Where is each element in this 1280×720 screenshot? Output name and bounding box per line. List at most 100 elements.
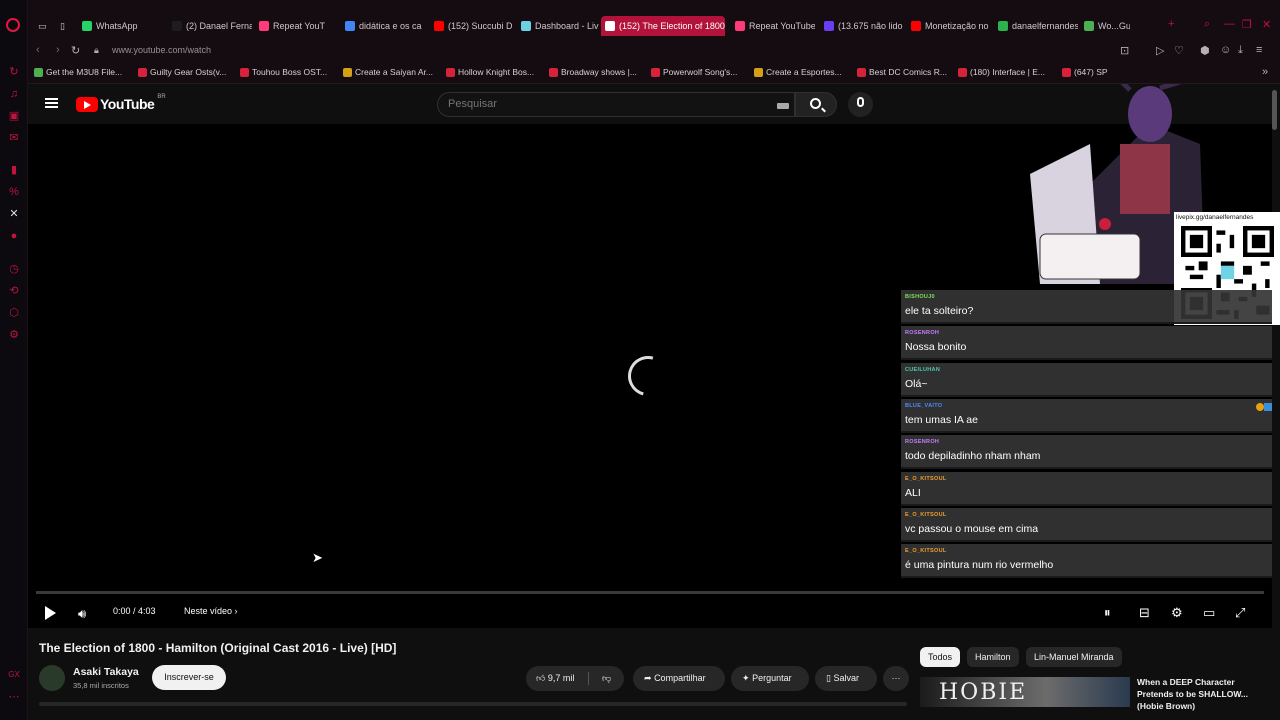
like-button[interactable]: 👍︎ 9,7 mil	[536, 666, 574, 691]
profile-icon[interactable]: ☺	[1220, 44, 1231, 56]
search-tabs-icon[interactable]: ⌕	[1204, 18, 1210, 31]
browser-tab[interactable]: Dashboard - Liv	[517, 16, 599, 36]
search-input[interactable]	[448, 98, 768, 110]
bookmark-item[interactable]: Create a Saiyan Ar...	[343, 67, 433, 77]
recommended-title[interactable]: When a DEEP Character Pretends to be SHA…	[1137, 676, 1267, 712]
menu-icon[interactable]: ≡	[1256, 44, 1262, 56]
filter-chip[interactable]: Todos	[920, 647, 961, 667]
page-scrollbar[interactable]	[1272, 90, 1277, 130]
url-field[interactable]: www.youtube.com/watch	[112, 45, 211, 55]
browser-tab[interactable]: (13.675 não lido	[820, 16, 904, 36]
bookmark-item[interactable]: Touhou Boss OST...	[240, 67, 327, 77]
close-button[interactable]: ✕	[1262, 18, 1271, 31]
share-button[interactable]: ➦ Compartilhar	[633, 666, 725, 691]
browser-tab[interactable]: (152) The Election of 1800	[601, 16, 725, 36]
bookmark-item[interactable]: Hollow Knight Bos...	[446, 67, 534, 77]
clock-icon[interactable]: ◷	[7, 262, 21, 276]
settings-gear-icon[interactable]: ⚙	[1171, 605, 1183, 621]
channel-avatar[interactable]	[39, 665, 65, 691]
maximize-button[interactable]: ❐	[1242, 18, 1252, 31]
theater-mode-icon[interactable]: ▭	[1203, 605, 1215, 621]
discord-icon[interactable]: ●	[7, 229, 21, 243]
keyboard-icon[interactable]	[777, 103, 789, 109]
twitch-icon[interactable]: ▮	[7, 163, 21, 177]
subscribe-button[interactable]: Inscrever-se	[152, 665, 226, 690]
bookmark-label: Create a Esportes...	[766, 67, 842, 77]
extensions-puzzle-icon[interactable]: ⬢	[1200, 44, 1210, 57]
browser-tab[interactable]: (152) Succubi D	[430, 16, 514, 36]
history-clock-icon[interactable]: ⟲	[7, 284, 21, 298]
reload-icon[interactable]: ↻	[71, 44, 80, 57]
mic-icon	[857, 97, 864, 107]
forward-icon[interactable]: ›	[56, 44, 60, 56]
settings-icon[interactable]: ⚙	[7, 328, 21, 342]
qr-caption: livepix.gg/danaelfernandes	[1176, 214, 1254, 221]
tab-label: Wo...Gue	[1098, 21, 1130, 31]
save-button[interactable]: ▯ Salvar	[815, 666, 877, 691]
filter-chip[interactable]: Lin-Manuel Miranda	[1026, 647, 1122, 667]
minimize-button[interactable]: —	[1224, 18, 1235, 30]
bookmark-item[interactable]: Powerwolf Song's...	[651, 67, 737, 77]
recommended-thumbnail[interactable]: HOBIE	[920, 677, 1130, 707]
search-button[interactable]	[795, 92, 837, 117]
browser-tab[interactable]: WhatsApp	[78, 16, 162, 36]
chapters-button[interactable]: Neste vídeo ›	[184, 606, 238, 616]
history-icon[interactable]: ↻	[7, 65, 21, 79]
voice-search-button[interactable]	[848, 92, 873, 117]
heart-icon[interactable]: ♡	[1174, 44, 1184, 57]
bookmark-item[interactable]: Broadway shows |...	[549, 67, 637, 77]
opera-gx-logo[interactable]	[6, 18, 20, 32]
play-icon[interactable]: ▷	[1156, 44, 1164, 57]
browser-tab[interactable]: didática e os ca	[341, 16, 425, 36]
autoplay-toggle[interactable]: ⏸︎	[1104, 605, 1111, 621]
back-icon[interactable]: ‹	[36, 44, 40, 56]
bookmark-item[interactable]: (647) SP	[1062, 67, 1108, 77]
more-icon[interactable]: ⋯	[7, 690, 21, 704]
dislike-icon[interactable]: 👎︎	[602, 666, 611, 691]
player-icon[interactable]: ♫	[7, 87, 21, 101]
page-icon[interactable]: ▯	[56, 16, 76, 36]
mail-icon[interactable]: ✉	[7, 131, 21, 145]
youtube-logo[interactable]: YouTube BR	[76, 94, 166, 112]
messenger-icon[interactable]: ▣	[7, 109, 21, 123]
extensions-icon[interactable]: ⬡	[7, 306, 21, 320]
fullscreen-icon[interactable]: ⤢	[1235, 605, 1245, 621]
bookmark-item[interactable]: Get the M3U8 File...	[34, 67, 122, 77]
browser-tab[interactable]: Repeat YouTube	[731, 16, 815, 36]
progress-bar[interactable]	[36, 591, 1264, 594]
chat-text: ALI	[905, 486, 921, 499]
new-tab-button[interactable]: +	[1168, 18, 1174, 30]
x-icon[interactable]: ✕	[7, 207, 21, 221]
subtitles-icon[interactable]: ⊟	[1139, 605, 1150, 621]
bookmarks-overflow-icon[interactable]: »	[1262, 66, 1268, 78]
channel-name[interactable]: Asaki Takaya	[73, 666, 139, 678]
snapshot-icon[interactable]: ⊡	[1120, 44, 1129, 57]
workspaces-icon[interactable]: ▭	[34, 16, 54, 36]
bookmark-item[interactable]: Best DC Comics R...	[857, 67, 947, 77]
play-button[interactable]	[45, 606, 56, 620]
save-label: Salvar	[833, 673, 859, 683]
volume-icon[interactable]: 🔊︎	[78, 606, 86, 622]
chat-message: ROSENROH todo depiladinho nham nham	[901, 435, 1272, 470]
menu-hamburger-icon[interactable]	[45, 98, 58, 108]
description-box-edge[interactable]	[39, 702, 907, 706]
browser-tab[interactable]: Monetização no	[907, 16, 991, 36]
percent-icon[interactable]: %	[7, 185, 21, 199]
bookmark-label: Get the M3U8 File...	[46, 67, 123, 77]
bookmark-favicon-icon	[446, 68, 455, 77]
browser-tab[interactable]: (2) Danael Ferna	[168, 16, 252, 36]
download-icon[interactable]: ⤓	[1238, 44, 1243, 57]
tab-label: Monetização no	[925, 21, 989, 31]
ask-button[interactable]: ✦ Perguntar	[731, 666, 809, 691]
browser-tab[interactable]: Repeat YouT	[255, 16, 337, 36]
browser-tab[interactable]: Wo...Gue	[1080, 16, 1130, 36]
bookmark-item[interactable]: (180) Interface | E...	[958, 67, 1045, 77]
gx-corner-icon[interactable]: GX	[7, 668, 21, 682]
filter-chip[interactable]: Hamilton	[967, 647, 1019, 667]
more-actions-button[interactable]: ···	[883, 666, 909, 691]
bookmark-favicon-icon	[549, 68, 558, 77]
tab-label: Repeat YouTube	[749, 21, 815, 31]
bookmark-item[interactable]: Guilty Gear Osts(v...	[138, 67, 226, 77]
bookmark-item[interactable]: Create a Esportes...	[754, 67, 842, 77]
browser-tab[interactable]: danaelfernandes	[994, 16, 1078, 36]
